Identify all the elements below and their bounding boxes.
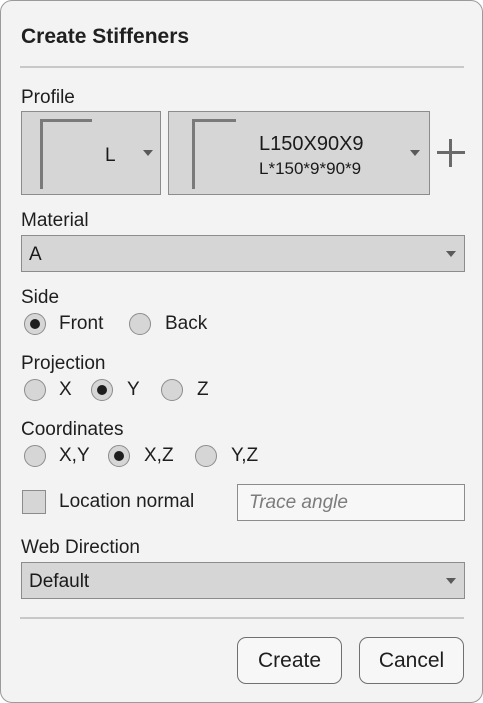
cancel-button[interactable]: Cancel [359, 637, 464, 684]
profile-description: L*150*9*90*9 [259, 159, 362, 178]
trace-angle-field[interactable] [237, 484, 465, 521]
create-button[interactable]: Create [237, 637, 342, 684]
coordinates-radio-group: X,Y X,Z Y,Z [21, 445, 301, 471]
coordinates-xy-label: X,Y [59, 445, 90, 466]
side-back-radio[interactable]: Back [129, 313, 229, 339]
coordinates-xy-radio[interactable]: X,Y [21, 445, 101, 471]
profile-type-dropdown[interactable]: L [21, 111, 161, 195]
coordinates-xz-label: X,Z [144, 445, 174, 466]
projection-y-label: Y [127, 379, 140, 400]
radio-selected-dot [114, 451, 124, 461]
side-back-label: Back [165, 313, 208, 334]
profile-label: Profile [21, 87, 75, 108]
profile-section-dropdown[interactable]: L150X90X9 L*150*9*90*9 [168, 111, 430, 195]
chevron-down-icon [446, 251, 456, 257]
side-front-label: Front [59, 313, 104, 334]
projection-radio-group: X Y Z [21, 379, 281, 405]
side-front-radio[interactable]: Front [21, 313, 121, 339]
profile-name: L150X90X9 [259, 133, 364, 155]
location-normal-checkbox[interactable] [22, 490, 46, 514]
projection-x-label: X [59, 379, 72, 400]
projection-x-radio[interactable]: X [21, 379, 81, 405]
coordinates-yz-label: Y,Z [231, 445, 259, 466]
projection-label: Projection [21, 353, 106, 374]
web-direction-value: Default [29, 571, 90, 592]
coordinates-xz-radio[interactable]: X,Z [108, 445, 188, 471]
chevron-down-icon [143, 150, 153, 156]
title-divider [20, 66, 464, 68]
web-direction-label: Web Direction [21, 537, 140, 558]
add-profile-button[interactable] [433, 135, 469, 171]
chevron-down-icon [446, 578, 456, 584]
side-label: Side [21, 287, 60, 308]
projection-y-radio[interactable]: Y [91, 379, 151, 405]
dialog-title: Create Stiffeners [21, 25, 190, 48]
material-dropdown[interactable]: A [21, 235, 465, 272]
projection-z-label: Z [197, 379, 209, 400]
location-normal-label: Location normal [59, 491, 195, 512]
side-radio-group: Front Back [21, 313, 281, 339]
radio-selected-dot [97, 385, 107, 395]
coordinates-label: Coordinates [21, 419, 124, 440]
projection-z-radio[interactable]: Z [161, 379, 221, 405]
create-stiffeners-dialog: Create Stiffeners Profile L L150X90X9 L*… [0, 0, 483, 703]
web-direction-dropdown[interactable]: Default [21, 562, 465, 599]
footer-divider [20, 617, 464, 619]
material-label: Material [21, 210, 89, 231]
coordinates-yz-radio[interactable]: Y,Z [195, 445, 275, 471]
material-value: A [29, 244, 42, 265]
radio-selected-dot [30, 319, 40, 329]
trace-angle-input[interactable] [238, 485, 464, 520]
chevron-down-icon [410, 150, 420, 156]
profile-type-value: L [105, 145, 116, 166]
